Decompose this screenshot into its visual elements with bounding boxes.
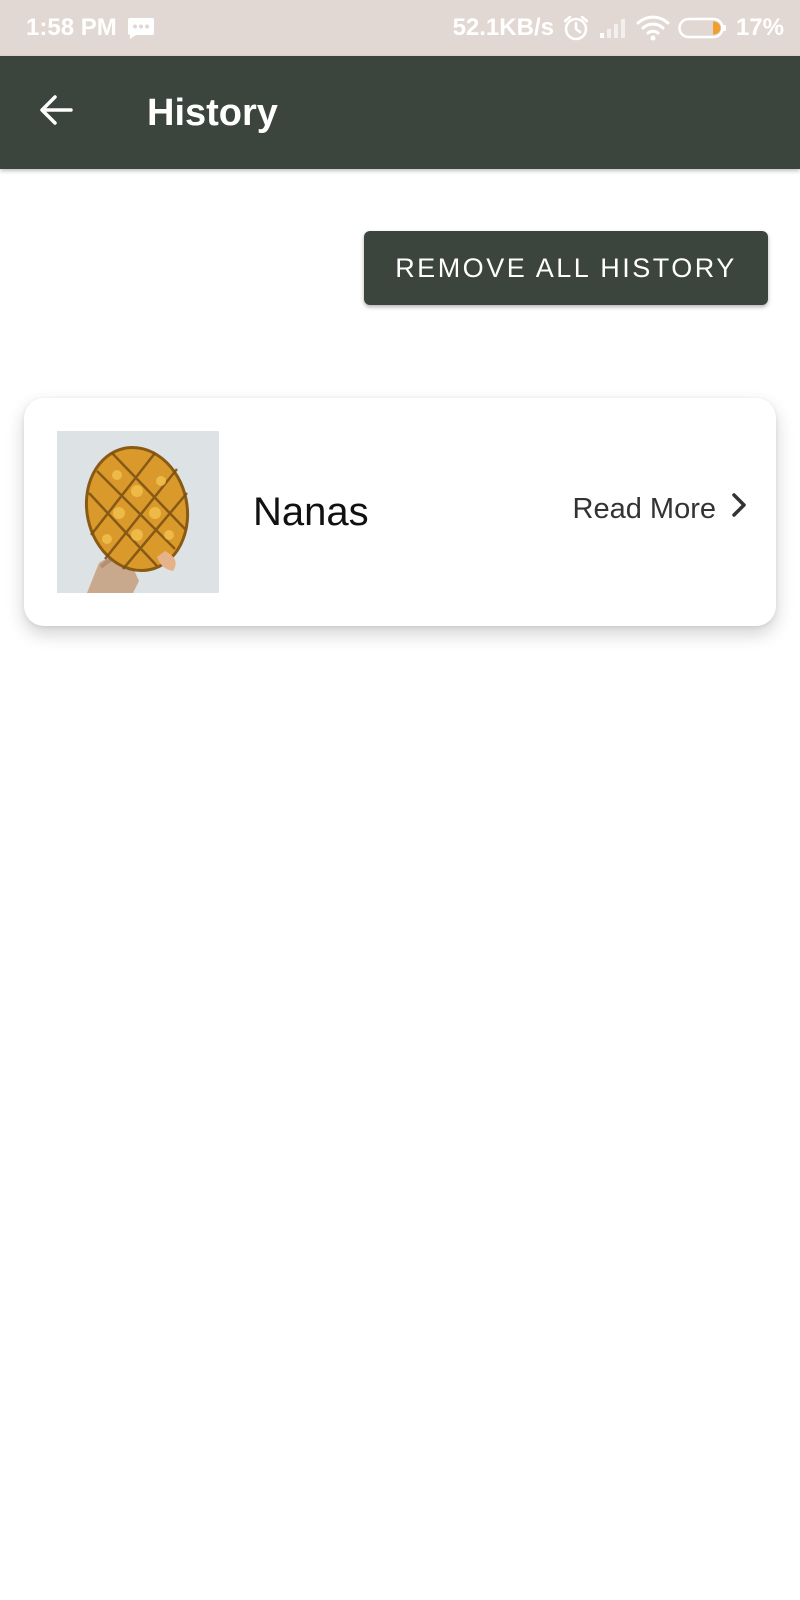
history-item-name: Nanas	[253, 490, 369, 534]
status-time: 1:58 PM	[26, 14, 117, 41]
arrow-back-icon	[38, 93, 74, 132]
read-more-label: Read More	[572, 492, 716, 525]
message-icon	[127, 16, 155, 40]
alarm-icon	[562, 14, 590, 42]
battery-percent: 17%	[735, 14, 784, 41]
page-title: History	[147, 92, 278, 134]
history-card[interactable]: Nanas Read More	[24, 398, 776, 626]
battery-icon	[678, 16, 728, 40]
read-more-link[interactable]: Read More	[573, 492, 748, 526]
back-button[interactable]	[30, 86, 82, 138]
remove-all-history-button[interactable]: REMOVE ALL HISTORY	[364, 231, 768, 305]
signal-icon	[598, 16, 628, 40]
app-bar: History	[0, 56, 800, 169]
wifi-icon	[636, 15, 670, 41]
network-speed: 52.1KB/s	[452, 14, 554, 41]
chevron-right-icon	[730, 492, 748, 526]
pineapple-photo	[57, 431, 219, 593]
status-bar: 1:58 PM 52.1KB/s 17%	[0, 0, 800, 56]
